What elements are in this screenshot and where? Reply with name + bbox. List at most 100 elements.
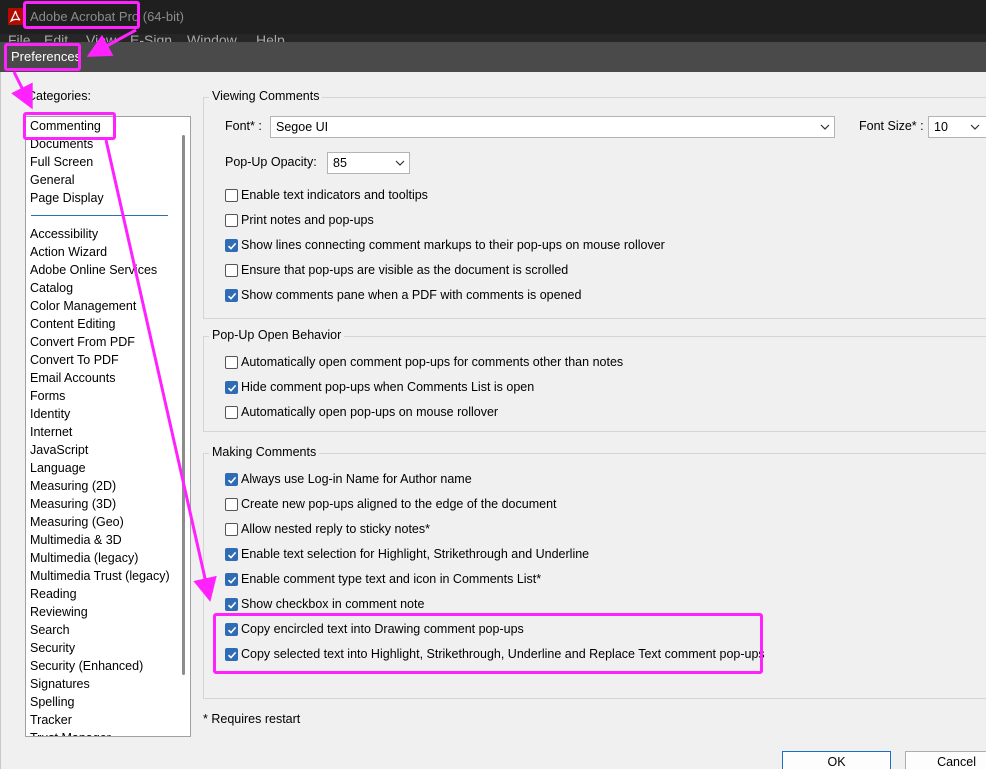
font-size-select[interactable]: 10 [928,116,986,138]
category-item[interactable]: Spelling [30,695,74,709]
checkbox-label: Enable text indicators and tooltips [241,188,428,202]
category-item[interactable]: Color Management [30,299,136,313]
category-item[interactable]: Documents [30,137,93,151]
menu-bar: File Edit View E-Sign Window Help [0,34,986,42]
checkbox-label: Automatically open pop-ups on mouse roll… [241,405,499,419]
category-divider [31,215,168,216]
checkbox[interactable] [225,239,238,252]
category-item[interactable]: Trust Manager [30,731,111,736]
category-item[interactable]: Catalog [30,281,73,295]
checkbox[interactable] [225,648,238,661]
category-item[interactable]: Search [30,623,70,637]
checkbox[interactable] [225,356,238,369]
checkbox[interactable] [225,498,238,511]
checkmark-icon [227,476,237,484]
category-item[interactable]: Reviewing [30,605,88,619]
viewing-comments-title: Viewing Comments [209,89,323,103]
scrollbar-thumb[interactable] [182,135,185,675]
checkmark-icon [227,576,237,584]
category-item[interactable]: Internet [30,425,72,439]
category-item[interactable]: Measuring (2D) [30,479,116,493]
category-item[interactable]: JavaScript [30,443,88,457]
chevron-down-icon [395,160,405,166]
category-item[interactable]: Reading [30,587,77,601]
checkbox-label: Automatically open comment pop-ups for c… [241,355,624,369]
cancel-button[interactable]: Cancel [905,751,986,769]
category-item[interactable]: Full Screen [30,155,93,169]
category-item[interactable]: Signatures [30,677,90,691]
checkbox[interactable] [225,406,238,419]
font-select[interactable]: Segoe UI [270,116,835,138]
category-item[interactable]: Multimedia & 3D [30,533,122,547]
category-item[interactable]: Content Editing [30,317,115,331]
font-size-value: 10 [934,120,948,134]
category-item[interactable]: Security [30,641,75,655]
opacity-label: Pop-Up Opacity: [225,155,317,169]
category-item[interactable]: Language [30,461,86,475]
dialog-title: Preferences [11,49,82,64]
menu-esign[interactable]: E-Sign [130,34,172,42]
checkbox-label: Show comments pane when a PDF with comme… [241,288,582,302]
category-item[interactable]: Multimedia (legacy) [30,551,138,565]
ok-button[interactable]: OK [782,751,891,769]
category-item[interactable]: Action Wizard [30,245,107,259]
category-item[interactable]: Accessibility [30,227,98,241]
checkbox-label: Copy selected text into Highlight, Strik… [241,647,765,661]
checkbox[interactable] [225,523,238,536]
category-item[interactable]: Identity [30,407,70,421]
font-size-label: Font Size* : [859,119,924,133]
category-item[interactable]: Security (Enhanced) [30,659,143,673]
category-item[interactable]: Measuring (Geo) [30,515,124,529]
dialog-titlebar: Preferences [0,42,986,72]
category-item[interactable]: Convert From PDF [30,335,135,349]
menu-edit[interactable]: Edit [44,34,68,42]
popup-behavior-title: Pop-Up Open Behavior [209,328,345,342]
category-item[interactable]: General [30,173,74,187]
checkbox[interactable] [225,381,238,394]
checkbox[interactable] [225,548,238,561]
opacity-select[interactable]: 85 [327,152,410,174]
making-comments-title: Making Comments [209,445,320,459]
checkmark-icon [227,601,237,609]
checkmark-icon [227,651,237,659]
checkbox[interactable] [225,214,238,227]
checkbox-label: Show checkbox in comment note [241,597,425,611]
checkbox[interactable] [225,264,238,277]
checkmark-icon [227,626,237,634]
menu-file[interactable]: File [8,34,31,42]
category-item[interactable]: Adobe Online Services [30,263,157,277]
checkbox-label: Print notes and pop-ups [241,213,374,227]
checkmark-icon [227,384,237,392]
category-item[interactable]: Commenting [30,119,101,133]
checkbox[interactable] [225,573,238,586]
checkbox-label: Allow nested reply to sticky notes* [241,522,430,536]
checkbox-label: Create new pop-ups aligned to the edge o… [241,497,557,511]
checkbox-label: Hide comment pop-ups when Comments List … [241,380,535,394]
menu-help[interactable]: Help [256,34,285,42]
category-item[interactable]: Forms [30,389,65,403]
chevron-down-icon [970,124,980,130]
checkbox[interactable] [225,289,238,302]
menu-window[interactable]: Window [187,34,237,42]
checkmark-icon [227,551,237,559]
checkbox[interactable] [225,189,238,202]
category-item[interactable]: Page Display [30,191,104,205]
category-item[interactable]: Convert To PDF [30,353,119,367]
category-item[interactable]: Email Accounts [30,371,115,385]
category-list[interactable]: Commenting Documents Full Screen General Pag… [25,116,191,737]
categories-label: Categories: [27,89,91,103]
checkbox[interactable] [225,598,238,611]
opacity-value: 85 [333,156,347,170]
acrobat-logo-icon [8,8,23,25]
checkbox[interactable] [225,623,238,636]
checkbox[interactable] [225,473,238,486]
category-item[interactable]: Multimedia Trust (legacy) [30,569,170,583]
font-label: Font* : [225,119,262,133]
font-value: Segoe UI [276,120,329,134]
menu-view[interactable]: View [86,34,116,42]
checkbox-label: Copy encircled text into Drawing comment… [241,622,524,636]
category-item[interactable]: Measuring (3D) [30,497,116,511]
category-scrollbar[interactable] [178,121,190,734]
checkbox-label: Always use Log-in Name for Author name [241,472,472,486]
category-item[interactable]: Tracker [30,713,72,727]
